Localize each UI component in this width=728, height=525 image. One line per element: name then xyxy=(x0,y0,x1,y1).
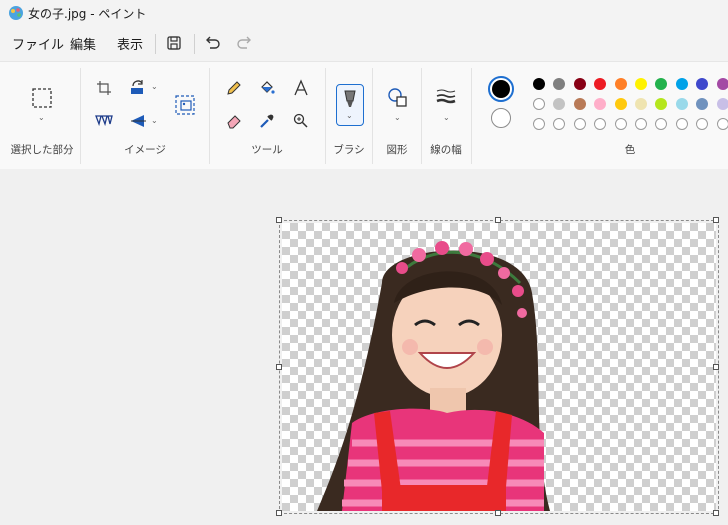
group-label-selection: 選択した部分 xyxy=(10,144,74,156)
ribbon: ⌄ 選択した部分 ⌄ ⌄ イメージ ツール ⌄ ブラシ ⌄ 図形 ⌄ 線の幅 色 xyxy=(0,61,728,170)
group-separator xyxy=(471,68,472,164)
color-swatch[interactable] xyxy=(614,98,627,110)
primary-color-swatch xyxy=(492,80,510,98)
resize-handle-right[interactable] xyxy=(713,364,719,370)
eraser-icon[interactable] xyxy=(225,112,243,130)
resize-handle-bottom-right[interactable] xyxy=(713,510,719,516)
color-swatch[interactable] xyxy=(533,98,545,110)
undo-icon[interactable] xyxy=(201,32,223,54)
color-swatch[interactable] xyxy=(635,78,647,90)
window-title: 女の子.jpg - ペイント xyxy=(28,7,147,21)
resize-handle-top-right[interactable] xyxy=(713,217,719,223)
chevron-down-icon[interactable]: ⌄ xyxy=(151,116,158,125)
image-properties-icon[interactable] xyxy=(174,94,196,116)
group-separator xyxy=(325,68,326,164)
chevron-down-icon[interactable]: ⌄ xyxy=(151,82,158,91)
color-swatch[interactable] xyxy=(675,98,688,110)
title-bar: 女の子.jpg - ペイント xyxy=(0,0,728,26)
crop-icon[interactable] xyxy=(95,79,113,97)
color-swatch[interactable] xyxy=(594,98,607,110)
chevron-down-icon[interactable]: ⌄ xyxy=(394,113,401,122)
color-swatch[interactable] xyxy=(635,98,647,110)
fill-bucket-icon[interactable] xyxy=(258,79,276,97)
rotate-icon[interactable] xyxy=(95,112,113,128)
color-swatch[interactable] xyxy=(696,78,709,90)
group-label-tools: ツール xyxy=(251,144,283,156)
group-label-colors: 色 xyxy=(624,144,636,156)
color-picker-icon[interactable] xyxy=(258,112,276,130)
color-swatch[interactable] xyxy=(696,98,709,110)
color-swatch[interactable] xyxy=(594,78,607,90)
menu-separator xyxy=(155,34,156,54)
group-label-image: イメージ xyxy=(124,144,166,156)
custom-color-slot[interactable] xyxy=(716,118,728,130)
menu-view[interactable]: 表示 xyxy=(117,34,143,53)
text-icon[interactable] xyxy=(292,79,310,97)
chevron-down-icon[interactable]: ⌄ xyxy=(38,113,45,122)
magnifier-icon[interactable] xyxy=(292,112,310,130)
group-separator xyxy=(372,68,373,164)
resize-handle-top-left[interactable] xyxy=(276,217,282,223)
color-swatch[interactable] xyxy=(573,98,586,110)
color-swatch[interactable] xyxy=(655,78,668,90)
color-swatch[interactable] xyxy=(533,78,545,90)
custom-color-slot[interactable] xyxy=(655,118,668,130)
custom-color-slot[interactable] xyxy=(696,118,709,130)
paint-app-icon xyxy=(9,6,23,20)
custom-color-slot[interactable] xyxy=(594,118,607,130)
menu-separator xyxy=(194,34,195,54)
custom-color-slot[interactable] xyxy=(553,118,566,130)
custom-color-slot[interactable] xyxy=(533,118,545,130)
color-swatch[interactable] xyxy=(675,78,688,90)
menu-edit[interactable]: 編集 xyxy=(70,34,96,53)
brush-button[interactable]: ⌄ xyxy=(336,84,364,126)
group-separator xyxy=(209,68,210,164)
menu-file[interactable]: ファイル xyxy=(12,34,64,53)
resize-handle-bottom-left[interactable] xyxy=(276,510,282,516)
custom-color-slot[interactable] xyxy=(614,118,627,130)
shapes-icon[interactable] xyxy=(387,87,409,109)
color-swatch[interactable] xyxy=(553,78,566,90)
color-swatch[interactable] xyxy=(716,78,728,90)
flip-icon[interactable] xyxy=(129,112,147,130)
brush-icon xyxy=(344,90,356,107)
resize-handle-bottom[interactable] xyxy=(495,510,501,516)
group-label-brush: ブラシ xyxy=(333,144,365,156)
color-swatch[interactable] xyxy=(553,98,566,110)
chevron-down-icon[interactable]: ⌄ xyxy=(443,113,450,122)
select-rectangle-icon[interactable] xyxy=(31,87,53,109)
group-separator xyxy=(80,68,81,164)
resize-handle-left[interactable] xyxy=(276,364,282,370)
pencil-icon[interactable] xyxy=(225,79,243,97)
color-swatch[interactable] xyxy=(573,78,586,90)
chevron-down-icon: ⌄ xyxy=(346,111,353,120)
secondary-color-selector[interactable] xyxy=(491,108,511,128)
color-swatch[interactable] xyxy=(716,98,728,110)
color-swatch[interactable] xyxy=(614,78,627,90)
resize-handle-top[interactable] xyxy=(495,217,501,223)
redo-icon[interactable] xyxy=(234,32,256,54)
custom-color-slot[interactable] xyxy=(635,118,647,130)
line-width-icon[interactable] xyxy=(435,87,457,105)
group-separator xyxy=(421,68,422,164)
custom-color-slot[interactable] xyxy=(675,118,688,130)
color-swatch[interactable] xyxy=(655,98,668,110)
resize-icon[interactable] xyxy=(129,79,147,97)
primary-color-selector[interactable] xyxy=(488,76,514,102)
custom-color-slot[interactable] xyxy=(573,118,586,130)
save-icon[interactable] xyxy=(163,32,185,54)
menu-bar: ファイル 編集 表示 xyxy=(0,28,728,58)
group-label-shapes: 図形 xyxy=(386,144,408,156)
group-label-size: 線の幅 xyxy=(430,144,462,156)
selection-border xyxy=(279,220,719,514)
